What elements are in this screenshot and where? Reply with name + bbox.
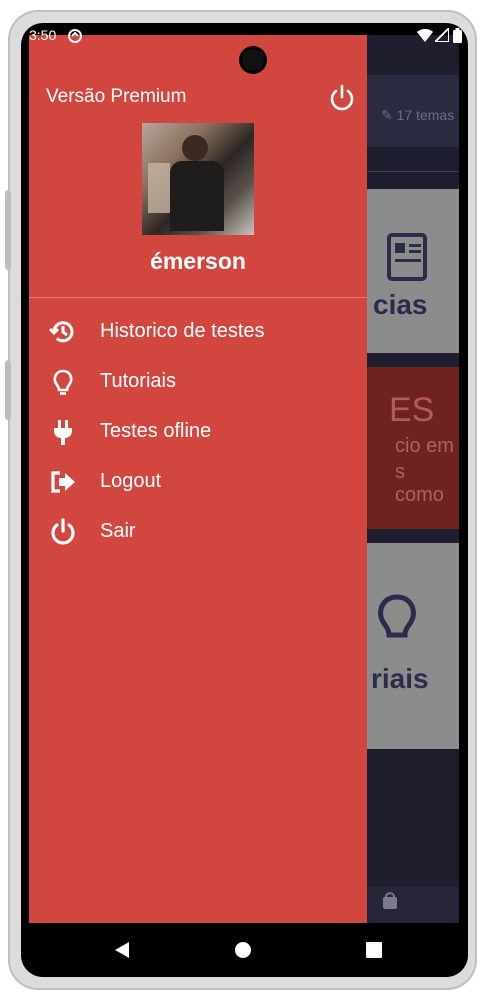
system-navigation-bar	[21, 923, 468, 977]
menu-item-label: Sair	[100, 520, 136, 542]
front-camera	[242, 49, 264, 71]
power-icon	[51, 518, 75, 545]
bottom-tab-bar	[359, 887, 459, 923]
tutoriais-card[interactable]: riais	[359, 543, 459, 749]
menu-item-label: Logout	[100, 470, 162, 492]
history-icon	[49, 321, 74, 343]
menu-item-logout[interactable]: Logout	[29, 458, 367, 504]
menu-item-label: Testes ofline	[100, 420, 212, 442]
battery-icon	[453, 28, 462, 43]
navigation-drawer: Versão Premium émerson Historico de test…	[29, 35, 367, 923]
lightbulb-icon	[378, 594, 416, 638]
card-text: s como	[395, 461, 444, 506]
plug-icon	[54, 420, 72, 445]
menu-item-testes-ofline[interactable]: Testes ofline	[29, 408, 367, 454]
power-icon[interactable]	[327, 83, 357, 113]
signal-icon	[435, 28, 449, 42]
phone-side-button	[5, 360, 11, 420]
menu-item-historico[interactable]: Historico de testes	[29, 308, 367, 354]
phone-side-button	[5, 190, 11, 270]
status-bar: 3:50	[21, 23, 468, 49]
logout-icon	[51, 471, 75, 493]
recents-icon[interactable]	[363, 939, 385, 961]
status-time: 3:50	[29, 27, 57, 43]
home-icon[interactable]	[232, 939, 254, 961]
drawer-divider	[29, 297, 367, 298]
noticias-card[interactable]: cias	[359, 189, 459, 353]
store-icon[interactable]	[381, 891, 399, 911]
menu-item-label: Historico de testes	[100, 320, 265, 342]
menu-item-label: Tutoriais	[100, 370, 176, 392]
menu-item-tutoriais[interactable]: Tutoriais	[29, 358, 367, 404]
wifi-icon	[417, 29, 433, 42]
phone-screen: ✎ 17 temas cias ES cio em s como riais V…	[21, 23, 468, 977]
back-icon[interactable]	[111, 939, 133, 961]
news-icon	[387, 233, 427, 281]
edit-icon: ✎	[381, 107, 393, 123]
sync-icon	[68, 29, 82, 43]
phone-frame: ✎ 17 temas cias ES cio em s como riais V…	[5, 10, 477, 990]
avatar[interactable]	[142, 123, 254, 235]
divider	[359, 171, 459, 172]
drawer-header-title: Versão Premium	[46, 86, 187, 107]
card-title: ES	[389, 391, 435, 429]
card-label: riais	[371, 663, 429, 694]
menu-item-sair[interactable]: Sair	[29, 508, 367, 554]
lightbulb-icon	[53, 369, 73, 395]
card-label: cias	[373, 289, 428, 320]
username: émerson	[150, 248, 246, 274]
card-text: cio em	[395, 435, 454, 457]
themes-count: ✎ 17 temas	[381, 107, 455, 123]
